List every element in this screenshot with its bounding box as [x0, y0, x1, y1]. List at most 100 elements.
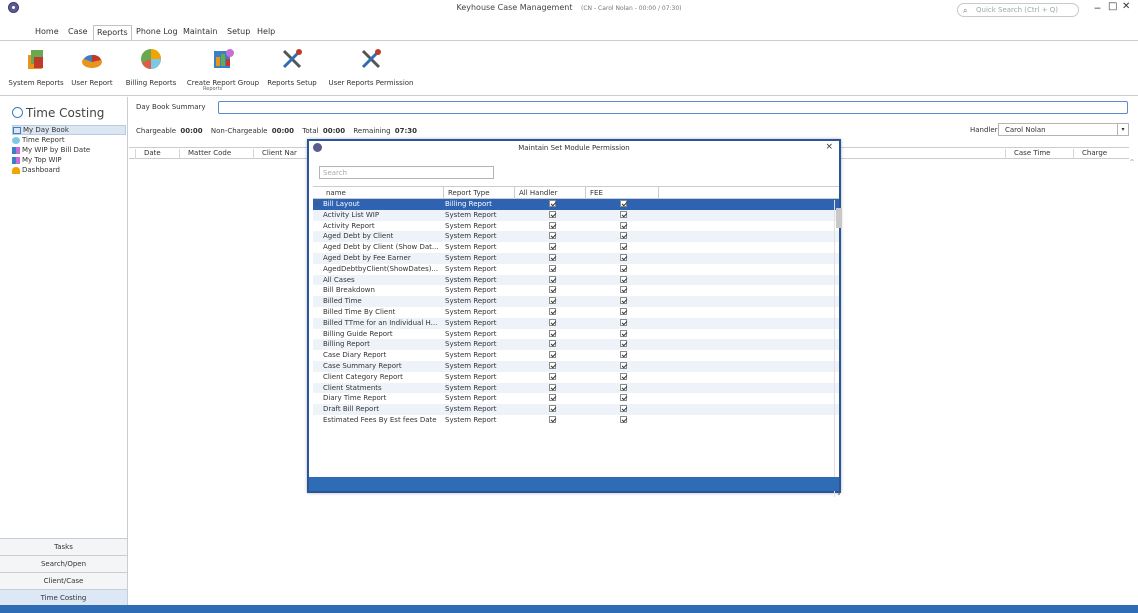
fee-checkbox[interactable]	[620, 221, 627, 229]
nav-item-my-day-book[interactable]: My Day Book	[12, 125, 126, 135]
all-handler-checkbox[interactable]	[549, 372, 556, 380]
create-report-group-button[interactable]: Create Report Group	[184, 47, 262, 87]
table-row[interactable]: Activity Report System Report	[313, 221, 839, 232]
column-case-time[interactable]: Case Time	[1005, 149, 1051, 159]
menu-help[interactable]: Help	[257, 27, 275, 36]
nav-tasks-button[interactable]: Tasks	[0, 538, 127, 555]
fee-checkbox[interactable]	[620, 297, 627, 305]
table-row[interactable]: Case Summary Report System Report	[313, 360, 839, 372]
table-row[interactable]: Client Category Report System Report	[313, 372, 839, 383]
fee-checkbox[interactable]	[620, 329, 627, 337]
all-handler-checkbox[interactable]	[549, 243, 556, 251]
user-reports-permission-button[interactable]: User Reports Permission	[325, 47, 417, 87]
fee-checkbox[interactable]	[620, 210, 627, 218]
nav-item-time-report[interactable]: Time Report	[12, 135, 126, 145]
column-fee[interactable]: FEE	[587, 189, 603, 197]
fee-checkbox[interactable]	[620, 394, 627, 402]
fee-checkbox[interactable]	[620, 275, 627, 283]
nav-client-case-button[interactable]: Client/Case	[0, 572, 127, 589]
table-row[interactable]: Billed Time By Client System Report	[313, 307, 839, 318]
fee-checkbox[interactable]	[620, 253, 627, 261]
menu-setup[interactable]: Setup	[227, 27, 250, 36]
reports-setup-button[interactable]: Reports Setup	[264, 47, 320, 87]
menu-case[interactable]: Case	[68, 27, 88, 36]
handler-select[interactable]: Carol Nolan ▾	[998, 123, 1129, 136]
fee-checkbox[interactable]	[620, 340, 627, 348]
scroll-down-icon[interactable]: v	[835, 490, 843, 497]
table-row[interactable]: Billed TTme for an Individual H... System…	[313, 317, 839, 329]
fee-checkbox[interactable]	[620, 415, 627, 423]
menu-reports[interactable]: Reports	[93, 25, 132, 40]
dialog-search-input[interactable]: Search	[319, 166, 494, 179]
dialog-close-button[interactable]: ×	[825, 142, 833, 152]
all-handler-checkbox[interactable]	[549, 221, 556, 229]
scroll-up-icon[interactable]: ^	[835, 200, 843, 207]
nav-search-open-button[interactable]: Search/Open	[0, 555, 127, 572]
all-handler-checkbox[interactable]	[549, 383, 556, 391]
table-row[interactable]: Aged Debt by Client System Report	[313, 231, 839, 243]
close-button[interactable]: ✕	[1122, 1, 1130, 12]
all-handler-checkbox[interactable]	[549, 307, 556, 315]
table-row[interactable]: ▸ Bill Layout Billing Report	[313, 199, 839, 210]
nav-item-my-wip-by-bill-date[interactable]: My WIP by Bill Date	[12, 145, 126, 155]
all-handler-checkbox[interactable]	[549, 351, 556, 359]
all-handler-checkbox[interactable]	[549, 210, 556, 218]
table-row[interactable]: Case Diary Report System Report	[313, 350, 839, 361]
nav-item-my-top-wip[interactable]: My Top WIP	[12, 155, 126, 165]
grid-scrollbar[interactable]: ^	[1127, 159, 1137, 601]
fee-checkbox[interactable]	[620, 405, 627, 413]
table-row[interactable]: Bill Breakdown System Report	[313, 285, 839, 296]
column-client-name[interactable]: Client Nar	[253, 149, 297, 159]
table-row[interactable]: Diary Time Report System Report	[313, 393, 839, 404]
table-row[interactable]: Draft Bill Report System Report	[313, 404, 839, 415]
quick-search-input[interactable]: ⌕ Quick Search (Ctrl + Q)	[957, 3, 1079, 17]
table-row[interactable]: Client Statments System Report	[313, 382, 839, 394]
fee-checkbox[interactable]	[620, 372, 627, 380]
all-handler-checkbox[interactable]	[549, 232, 556, 240]
column-matter-code[interactable]: Matter Code	[179, 149, 231, 159]
nav-time-costing-button[interactable]: Time Costing	[0, 589, 127, 606]
all-handler-checkbox[interactable]	[549, 361, 556, 369]
all-handler-checkbox[interactable]	[549, 318, 556, 326]
all-handler-checkbox[interactable]	[549, 415, 556, 423]
all-handler-checkbox[interactable]	[549, 253, 556, 261]
permission-table-scrollbar[interactable]: ^ v	[834, 200, 842, 497]
all-handler-checkbox[interactable]	[549, 286, 556, 294]
table-row[interactable]: Aged Debt by Client (Show Dat... System R…	[313, 242, 839, 253]
column-report-type[interactable]: Report Type	[445, 189, 490, 197]
all-handler-checkbox[interactable]	[549, 405, 556, 413]
fee-checkbox[interactable]	[620, 383, 627, 391]
system-reports-button[interactable]: System Reports	[6, 47, 66, 87]
column-name[interactable]: name	[323, 189, 346, 197]
day-book-summary-input[interactable]	[218, 101, 1128, 114]
all-handler-checkbox[interactable]	[549, 275, 556, 283]
menu-home[interactable]: Home	[35, 27, 59, 36]
column-all-handler[interactable]: All Handler	[516, 189, 557, 197]
all-handler-checkbox[interactable]	[549, 394, 556, 402]
minimize-button[interactable]: ‒	[1094, 1, 1101, 14]
column-charge[interactable]: Charge	[1073, 149, 1107, 159]
fee-checkbox[interactable]	[620, 200, 627, 207]
fee-checkbox[interactable]	[620, 243, 627, 251]
all-handler-checkbox[interactable]	[549, 297, 556, 305]
fee-checkbox[interactable]	[620, 286, 627, 294]
scroll-thumb[interactable]	[836, 208, 842, 228]
fee-checkbox[interactable]	[620, 351, 627, 359]
billing-reports-button[interactable]: Billing Reports	[124, 47, 178, 87]
scroll-up-icon[interactable]: ^	[1127, 159, 1137, 166]
fee-checkbox[interactable]	[620, 318, 627, 326]
fee-checkbox[interactable]	[620, 307, 627, 315]
table-row[interactable]: Estimated Fees By Est fees Date System Re…	[313, 415, 839, 426]
table-row[interactable]: Billing Report System Report	[313, 339, 839, 351]
nav-item-dashboard[interactable]: Dashboard	[12, 165, 126, 175]
table-row[interactable]: Billed Time System Report	[313, 296, 839, 307]
all-handler-checkbox[interactable]	[549, 329, 556, 337]
fee-checkbox[interactable]	[620, 361, 627, 369]
user-report-button[interactable]: User Report	[64, 47, 120, 87]
menu-maintain[interactable]: Maintain	[183, 27, 217, 36]
table-row[interactable]: All Cases System Report	[313, 274, 839, 286]
all-handler-checkbox[interactable]	[549, 200, 556, 207]
table-row[interactable]: Aged Debt by Fee Earner System Report	[313, 252, 839, 264]
table-row[interactable]: AgedDebtbyClient(ShowDates)... System Rep…	[313, 264, 839, 275]
fee-checkbox[interactable]	[620, 232, 627, 240]
